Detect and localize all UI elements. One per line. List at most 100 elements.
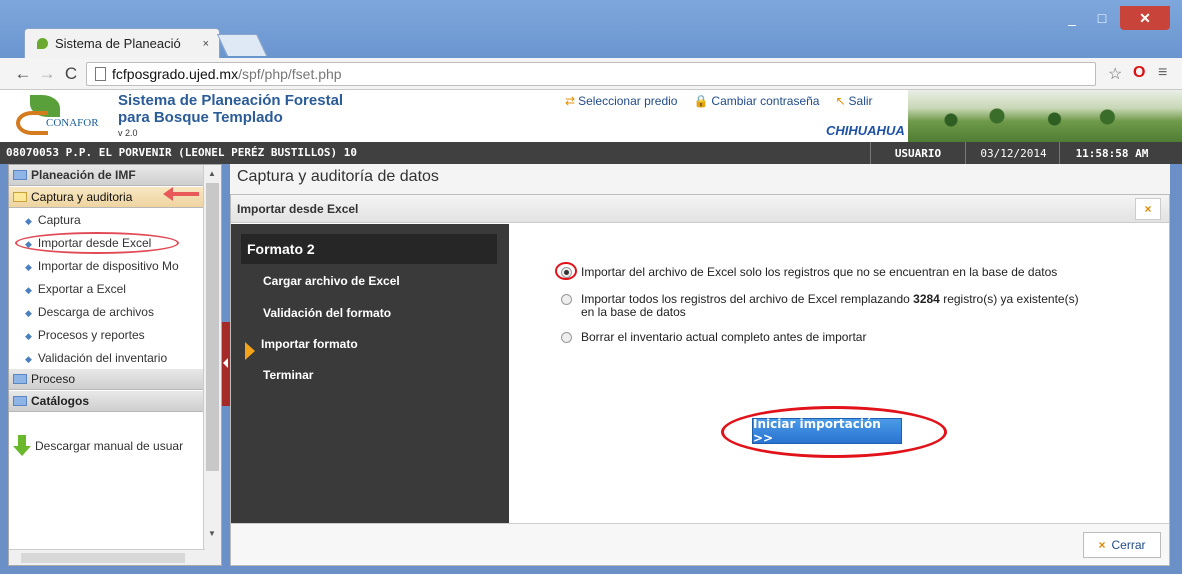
dialog-footer: × Cerrar — [231, 523, 1169, 565]
download-manual-label: Descargar manual de usuar — [35, 439, 184, 453]
sidebar-item-descarga[interactable]: Descarga de archivos — [25, 305, 203, 319]
scrollbar-thumb[interactable] — [206, 183, 219, 471]
download-manual-link[interactable]: Descargar manual de usuar — [13, 435, 183, 457]
time-label: 11:58:58 AM — [1075, 146, 1149, 160]
bookmark-star-icon[interactable]: ☆ — [1108, 64, 1122, 84]
start-import-button[interactable]: Iniciar importación >> — [752, 417, 902, 445]
exit-arrow-icon: ↖ — [835, 94, 846, 108]
option-replace-text-2: registro(s) ya existente(s) — [939, 292, 1079, 306]
reload-icon[interactable]: C — [60, 64, 82, 84]
import-dialog: Importar desde Excel × Formato 2 Cargar … — [230, 194, 1170, 566]
window-maximize-button[interactable]: □ — [1088, 6, 1116, 30]
download-arrow-icon — [13, 435, 31, 457]
option-replace-text-3: en la base de datos — [581, 305, 686, 319]
open-folder-icon — [13, 192, 27, 202]
sidebar-item-validacion[interactable]: Validación del inventario — [25, 351, 203, 365]
sidebar-group-label: Catálogos — [31, 394, 90, 408]
radio-replace-all[interactable] — [561, 294, 572, 305]
step-cargar-archivo: Cargar archivo de Excel — [263, 274, 400, 288]
browser-menu-icon[interactable]: ≡ — [1158, 64, 1167, 82]
exit-label: Salir — [848, 94, 873, 108]
option-replace-all[interactable]: Importar todos los registros del archivo… — [561, 293, 1079, 319]
option-import-new-label: Importar del archivo de Excel solo los r… — [581, 265, 1058, 279]
forward-arrow-icon[interactable]: → — [36, 64, 58, 84]
close-button-label: Cerrar — [1111, 538, 1146, 552]
sidebar-group-catalogos[interactable]: Catálogos — [9, 391, 205, 412]
back-arrow-icon[interactable]: ← — [12, 64, 34, 84]
browser-tab[interactable]: Sistema de Planeació × — [24, 28, 220, 58]
logo-text: CONAFOR — [46, 117, 99, 129]
tab-close-icon[interactable]: × — [203, 38, 209, 50]
close-icon: × — [1098, 538, 1106, 552]
option-import-new[interactable]: Importar del archivo de Excel solo los r… — [561, 266, 1057, 279]
browser-toolbar: ← → C fcfposgrado.ujed.mx/spf/php/fset.p… — [0, 58, 1182, 90]
steps-header: Formato 2 — [241, 234, 497, 264]
leaf-favicon-icon — [37, 38, 48, 49]
sidebar-horizontal-scrollbar[interactable] — [9, 549, 205, 565]
tab-title: Sistema de Planeació — [55, 36, 181, 51]
sidebar-item-procesos[interactable]: Procesos y reportes — [25, 328, 203, 342]
import-options: Importar del archivo de Excel solo los r… — [509, 224, 1169, 524]
swap-icon: ⇄ — [565, 94, 576, 108]
sidebar-item-exportar-excel[interactable]: Exportar a Excel — [25, 282, 203, 296]
step-validacion-formato: Validación del formato — [263, 306, 392, 320]
change-password-label: Cambiar contraseña — [711, 94, 820, 108]
step-importar-formato: Importar formato — [261, 337, 358, 351]
url-host: fcfposgrado.ujed.mx — [112, 66, 239, 82]
sidebar-group-label: Proceso — [31, 372, 76, 386]
current-step-arrow-icon — [245, 342, 255, 360]
sidebar-item-captura[interactable]: Captura — [25, 213, 203, 227]
state-label: CHIHUAHUA — [826, 123, 905, 138]
select-predio-label: Seleccionar predio — [578, 94, 678, 108]
option-replace-text: Importar todos los registros del archivo… — [581, 292, 914, 306]
sidebar: Planeación de IMF Captura y auditoria Ca… — [8, 164, 222, 566]
system-title-line2: para Bosque Templado — [118, 109, 283, 126]
header-links: ⇄ Seleccionar predio 🔒 Cambiar contraseña … — [565, 94, 873, 108]
forest-banner-image — [908, 90, 1182, 142]
select-predio-link[interactable]: ⇄ Seleccionar predio — [565, 94, 677, 108]
annotation-circle — [15, 232, 179, 254]
sidebar-group-proceso[interactable]: Proceso — [9, 369, 205, 390]
wizard-steps: Formato 2 Cargar archivo de Excel Valida… — [231, 224, 509, 524]
dialog-title: Importar desde Excel — [237, 202, 359, 216]
window-minimize-button[interactable]: _ — [1058, 6, 1086, 30]
folder-icon — [13, 396, 27, 406]
status-bar: 08070053 P.P. EL PORVENIR (LEONEL PERÉZ … — [0, 142, 1182, 164]
option-delete-all[interactable]: Borrar el inventario actual completo ant… — [561, 331, 866, 344]
extension-icon[interactable]: O — [1133, 64, 1145, 82]
url-path: /spf/php/fset.php — [238, 66, 342, 82]
sidebar-group-label: Captura y auditoria — [31, 190, 133, 204]
lock-icon: 🔒 — [693, 94, 709, 108]
address-bar[interactable]: fcfposgrado.ujed.mx/spf/php/fset.php — [86, 62, 1096, 86]
close-button[interactable]: × Cerrar — [1083, 532, 1161, 558]
window-close-button[interactable]: ✕ — [1120, 6, 1170, 30]
page-title: Captura y auditoría de datos — [237, 168, 439, 185]
main-panel: Captura y auditoría de datos Importar de… — [230, 164, 1170, 566]
scroll-down-icon[interactable]: ▼ — [208, 529, 216, 538]
system-title-line1: Sistema de Planeación Forestal — [118, 92, 344, 109]
logo-swoosh-icon — [16, 111, 48, 135]
date-label: 03/12/2014 — [968, 142, 1060, 164]
app-header: CONAFOR Sistema de Planeación Forestal p… — [0, 90, 1182, 142]
dialog-close-button[interactable]: × — [1135, 198, 1161, 220]
folder-icon — [13, 374, 27, 384]
scrollbar-thumb[interactable] — [21, 553, 185, 563]
page-icon — [95, 67, 106, 81]
sidebar-group-planeacion[interactable]: Planeación de IMF — [9, 165, 205, 186]
sidebar-group-captura[interactable]: Captura y auditoria — [9, 187, 205, 208]
radio-delete-all[interactable] — [561, 332, 572, 343]
change-password-link[interactable]: 🔒 Cambiar contraseña — [693, 94, 819, 108]
collapse-sidebar-handle[interactable] — [222, 322, 230, 406]
step-terminar: Terminar — [263, 368, 314, 382]
option-replace-all-label: Importar todos los registros del archivo… — [581, 293, 1079, 319]
sidebar-group-label: Planeación de IMF — [31, 168, 136, 182]
sidebar-item-importar-dispositivo[interactable]: Importar de dispositivo Mo — [25, 259, 203, 273]
conafor-logo: CONAFOR — [12, 93, 110, 139]
annotation-circle — [555, 262, 577, 280]
predio-info: 08070053 P.P. EL PORVENIR (LEONEL PERÉZ … — [6, 146, 357, 159]
user-label: USUARIO — [870, 142, 966, 164]
sidebar-vertical-scrollbar[interactable]: ▲ ▼ — [203, 165, 221, 565]
exit-link[interactable]: ↖ Salir — [835, 94, 872, 108]
scroll-up-icon[interactable]: ▲ — [208, 169, 216, 178]
new-tab-button[interactable] — [216, 34, 268, 56]
